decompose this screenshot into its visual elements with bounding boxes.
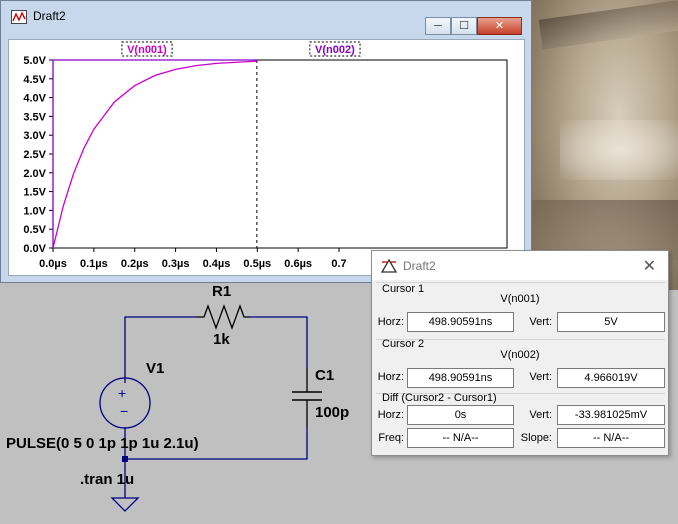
dialog-title: Draft2 [403,259,436,273]
v1-name-label[interactable]: V1 [146,360,164,377]
spice-directive[interactable]: .tran 1u [80,471,134,488]
diff-horz-field[interactable]: 0s [407,405,514,425]
c1-value-label[interactable]: 100p [315,404,349,421]
cursor2-trace-name: V(n002) [500,349,540,361]
resistor-r1-symbol[interactable] [196,304,250,330]
cursor1-horz-label: Horz: [377,316,404,328]
c1-name-label[interactable]: C1 [315,367,334,384]
dialog-titlebar[interactable]: Draft2 ✕ [372,251,668,280]
cursor-dialog[interactable]: Draft2 ✕ Cursor 1 V(n001) Horz: 498.9059… [371,250,669,456]
source-spec-label[interactable]: PULSE(0 5 0 1p 1p 1u 2.1u) [6,435,199,452]
cursor2-vert-field[interactable]: 4.966019V [557,368,665,388]
diff-vert-label: Vert: [529,409,552,421]
wire [250,316,308,368]
diff-group-title: Diff (Cursor2 - Cursor1) [382,392,497,404]
junction-dot [122,456,128,462]
diff-freq-field[interactable]: -- N/A-- [407,428,514,448]
cursor2-horz-label: Horz: [377,371,404,383]
cursor1-trace-name: V(n001) [500,293,540,305]
diff-vert-field[interactable]: -33.981025mV [557,405,665,425]
cursor1-vert-field[interactable]: 5V [557,312,665,332]
cursor2-vert-label: Vert: [529,371,552,383]
diff-slope-label: Slope: [520,432,552,444]
cursor1-vert-label: Vert: [529,316,552,328]
cursor2-horz-field[interactable]: 498.90591ns [407,368,514,388]
ltspice-icon [381,259,397,273]
diff-horz-label: Horz: [377,409,404,421]
diff-slope-field[interactable]: -- N/A-- [557,428,665,448]
ground-symbol [110,497,140,512]
source-plus-sign: + [118,385,127,401]
diff-freq-label: Freq: [378,432,404,444]
source-minus-sign: − [120,403,129,419]
dialog-close-icon[interactable]: ✕ [643,256,656,276]
cursor1-horz-field[interactable]: 498.90591ns [407,312,514,332]
r1-name-label[interactable]: R1 [212,283,231,300]
r1-value-label[interactable]: 1k [213,331,230,348]
